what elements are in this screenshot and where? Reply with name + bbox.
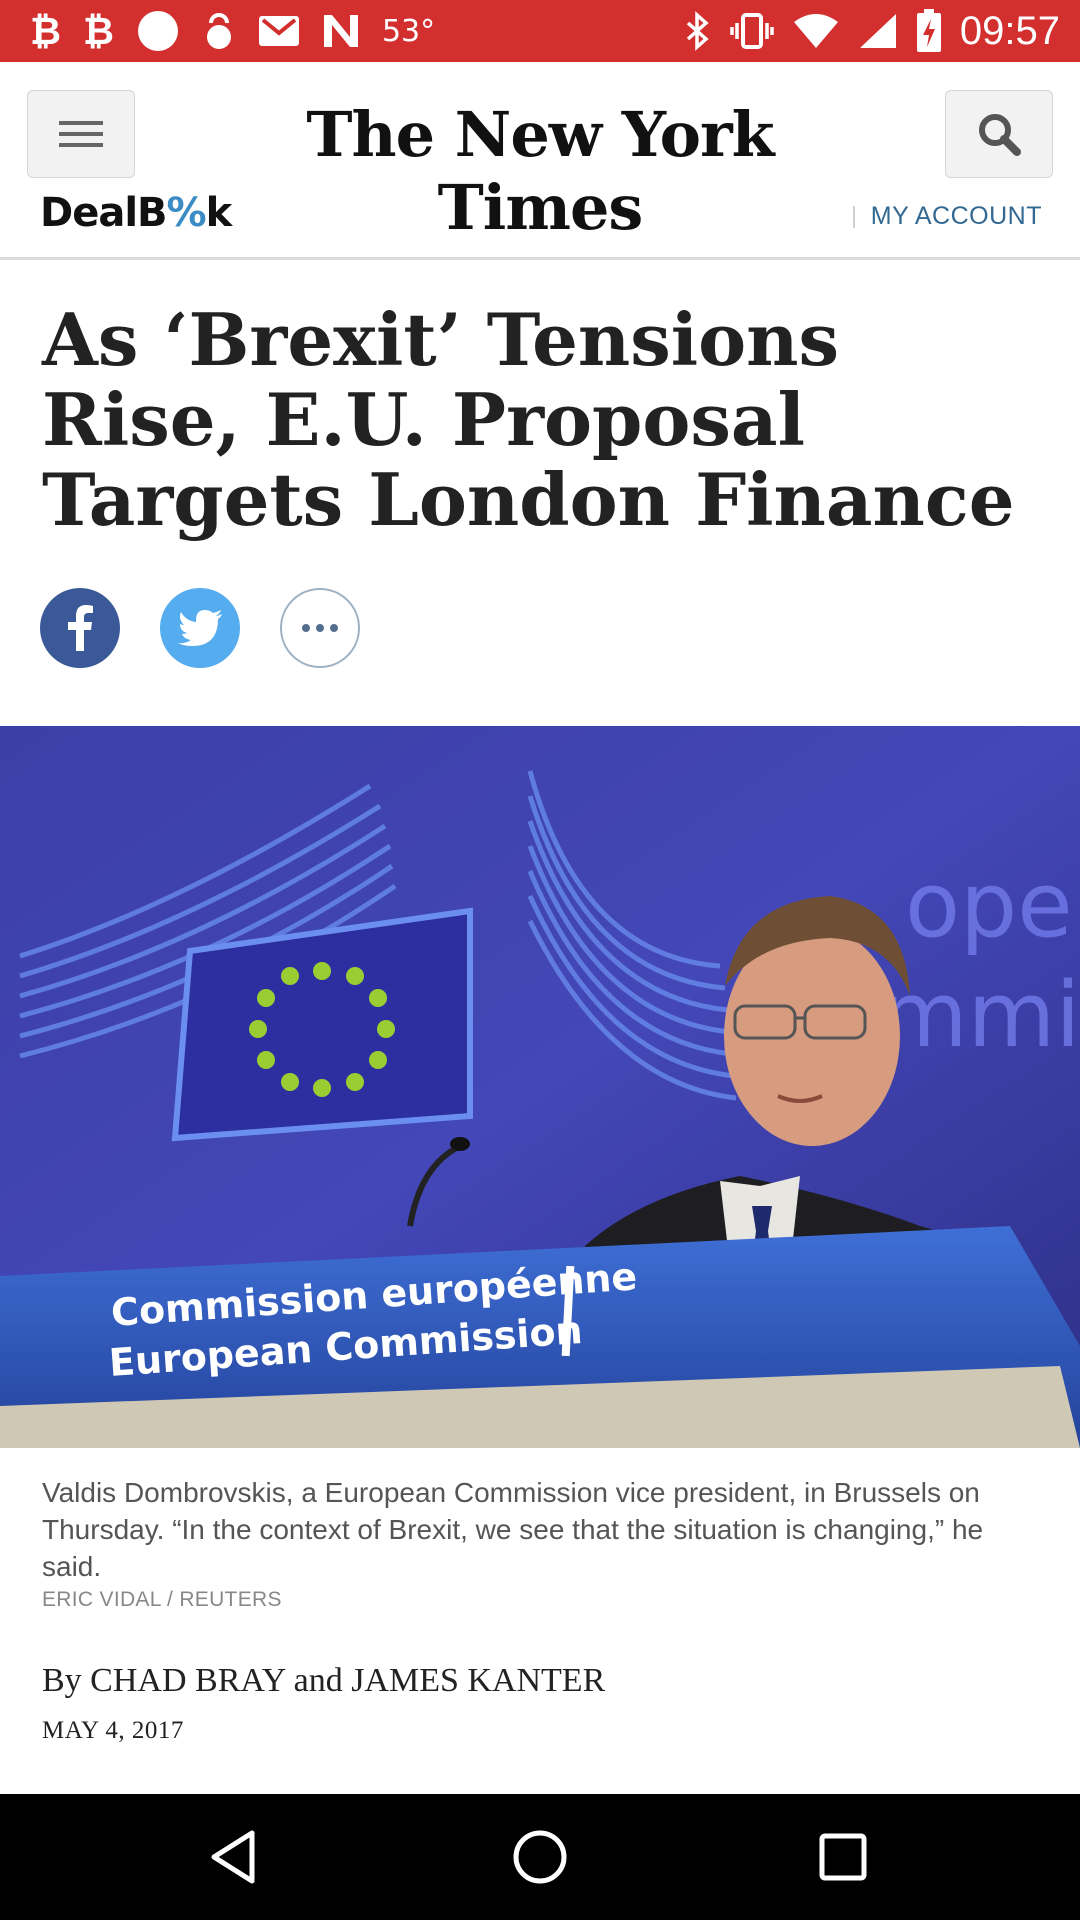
wifi-icon	[793, 14, 838, 48]
backdrop-text: ope	[905, 853, 1073, 958]
photo-image: ope mmi Commission européenne European C…	[0, 726, 1080, 1448]
android-nav-bar	[0, 1794, 1080, 1920]
share-tools	[40, 588, 360, 668]
facebook-share-button[interactable]	[40, 588, 120, 668]
my-account-link[interactable]: MY ACCOUNT	[871, 202, 1042, 231]
article-photo[interactable]: ope mmi Commission européenne European C…	[0, 726, 1080, 1448]
search-icon	[979, 114, 1021, 156]
status-bar-notifications: ₿ ₿ 53°	[30, 8, 435, 54]
twitter-icon	[178, 610, 222, 646]
circle-icon	[137, 11, 178, 51]
dealbook-logo-text: DealB	[40, 190, 168, 236]
recents-icon[interactable]	[813, 1827, 873, 1887]
publish-date: MAY 4, 2017	[42, 1717, 184, 1744]
masthead-logo[interactable]: The New York Times	[200, 98, 880, 244]
status-bar-system: 09:57	[684, 8, 1060, 54]
menu-button[interactable]	[27, 90, 135, 178]
temperature: 53°	[381, 13, 436, 49]
byline: By CHAD BRAY and JAMES KANTER	[42, 1662, 606, 1699]
photo-caption: Valdis Dombrovskis, a European Commissio…	[42, 1477, 984, 1582]
bitcoin-icon: ₿	[82, 9, 114, 53]
vibrate-icon	[730, 13, 774, 49]
dealbook-logo-end: k	[205, 190, 233, 236]
n-app-icon	[323, 15, 358, 47]
divider	[852, 205, 855, 228]
facebook-icon	[68, 605, 93, 651]
photo-credit: ERIC VIDAL / REUTERS	[42, 1588, 282, 1611]
bitcoin-icon: ₿	[30, 9, 61, 53]
signal-icon	[859, 14, 896, 48]
article-headline: As ‘Brexit’ Tensions Rise, E.U. Proposal…	[42, 297, 1015, 542]
twitter-share-button[interactable]	[160, 588, 240, 668]
bluetooth-icon	[686, 11, 709, 51]
status-bar: ₿ ₿ 53° 09:57	[0, 0, 1080, 62]
more-options-icon	[302, 624, 338, 632]
back-icon[interactable]	[206, 1827, 266, 1887]
kettlebell-icon	[206, 13, 231, 49]
search-button[interactable]	[945, 90, 1053, 178]
dealbook-logo[interactable]: DealB%k	[40, 190, 233, 236]
battery-icon	[916, 9, 941, 52]
gmail-icon	[258, 16, 299, 46]
hamburger-menu-icon	[59, 121, 103, 147]
backdrop-text-2: mmi	[880, 963, 1080, 1068]
more-share-button[interactable]	[280, 588, 360, 668]
dealbook-logo-accent: %	[166, 190, 207, 236]
home-icon[interactable]	[510, 1827, 570, 1887]
site-header: The New York Times DealB%k MY ACCOUNT	[0, 62, 1080, 260]
clock: 09:57	[959, 8, 1060, 53]
account-area: MY ACCOUNT	[852, 202, 1042, 231]
